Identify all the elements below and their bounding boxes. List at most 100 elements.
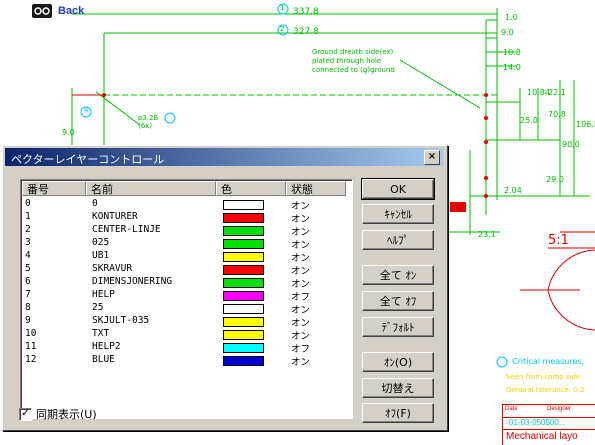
- layer-number: 6: [25, 276, 31, 287]
- default-button[interactable]: ﾃﾞﾌｫﾙﾄ: [362, 317, 434, 337]
- dialog-titlebar[interactable]: ペクターレイヤーコントロール ×: [5, 148, 443, 166]
- help-button[interactable]: ﾍﾙﾌﾟ: [362, 230, 434, 250]
- layer-number: 2: [25, 224, 31, 235]
- layer-number: 0: [25, 198, 31, 209]
- dim-label: 10.8: [503, 48, 521, 57]
- dim-label: 106.8: [576, 120, 595, 129]
- layer-name: 25: [92, 302, 104, 313]
- layer-state: オン: [291, 214, 311, 225]
- all-on-button[interactable]: 全て ｵﾝ: [362, 265, 434, 285]
- dim-label: 4: [84, 106, 89, 114]
- layer-color-swatch[interactable]: [223, 265, 264, 275]
- layer-name: SKRAVUR: [92, 263, 133, 274]
- column-header-number[interactable]: 番号: [22, 181, 86, 196]
- layer-row[interactable]: 11 HELP2 オフ: [21, 341, 352, 355]
- ok-button[interactable]: OK: [361, 178, 435, 200]
- layer-color-swatch[interactable]: [223, 226, 264, 236]
- layer-row[interactable]: 12 BLUE オン: [21, 354, 352, 368]
- title-block-number: 01-03-050500...: [503, 418, 595, 430]
- column-header-state[interactable]: 状態: [286, 181, 346, 196]
- layer-color-swatch[interactable]: [223, 304, 264, 314]
- layer-number: 9: [25, 315, 31, 326]
- layer-row[interactable]: 9 SKJULT-035 オン: [21, 315, 352, 329]
- layer-color-swatch[interactable]: [223, 213, 264, 223]
- all-off-button[interactable]: 全て ｵﾌ: [362, 291, 434, 311]
- layer-number: 3: [25, 237, 31, 248]
- layer-state: オン: [291, 305, 311, 316]
- layer-name: BLUE: [92, 354, 115, 365]
- layer-color-swatch[interactable]: [223, 343, 264, 353]
- layer-number: 12: [25, 354, 37, 365]
- layer-color-swatch[interactable]: [223, 291, 264, 301]
- link-icon[interactable]: [32, 4, 52, 18]
- layer-color-swatch[interactable]: [223, 356, 264, 366]
- dim-label: 23.1: [478, 230, 496, 239]
- layer-number: 1: [25, 211, 31, 222]
- on-button[interactable]: ｵﾝ(O): [362, 352, 434, 372]
- layer-color-swatch[interactable]: [223, 200, 264, 210]
- layer-state: オン: [291, 227, 311, 238]
- layer-color-swatch[interactable]: [223, 239, 264, 249]
- layer-number: 7: [25, 289, 31, 300]
- cancel-button[interactable]: ｷｬﾝｾﾙ: [362, 204, 434, 224]
- layer-number: 8: [25, 302, 31, 313]
- layer-name: 025: [92, 237, 110, 248]
- back-link[interactable]: Back: [58, 5, 84, 17]
- dim-label: 2: [280, 25, 285, 33]
- layer-list[interactable]: 番号 名前 色 状態 0 0 オン 1 KONTURER オン 2 CENTER-LINJE オ…: [20, 179, 353, 419]
- layer-number: 10: [25, 328, 37, 339]
- layer-color-swatch[interactable]: [223, 252, 264, 262]
- layer-state: オン: [291, 279, 311, 290]
- layer-name: HELP2: [92, 341, 121, 352]
- sync-display-option[interactable]: ✓ 同期表示(U): [19, 406, 97, 422]
- title-block-date: Date: [505, 406, 518, 412]
- sync-display-label[interactable]: 同期表示(U): [36, 406, 97, 422]
- column-header-name[interactable]: 名前: [86, 181, 216, 196]
- layer-color-swatch[interactable]: [223, 317, 264, 327]
- dim-label: 70.8: [548, 110, 566, 119]
- layer-name: TXT: [92, 328, 110, 339]
- layer-name: UB1: [92, 250, 110, 261]
- layer-state: オン: [291, 318, 311, 329]
- layer-state: オフ: [291, 344, 311, 355]
- layer-row[interactable]: 1 KONTURER オン: [21, 211, 352, 225]
- general-note: General tolerance: 0.2: [506, 386, 585, 394]
- layer-row[interactable]: 5 SKRAVUR オン: [21, 263, 352, 277]
- layer-row[interactable]: 7 HELP オフ: [21, 289, 352, 303]
- dim-label: 22.1: [548, 88, 566, 97]
- layer-rows: 0 0 オン 1 KONTURER オン 2 CENTER-LINJE オン 3 025 オン 4 UB1…: [21, 198, 352, 368]
- layer-color-swatch[interactable]: [223, 330, 264, 340]
- layer-state: オン: [291, 331, 311, 342]
- dim-label: 2.04: [504, 186, 522, 195]
- layer-row[interactable]: 4 UB1 オン: [21, 250, 352, 264]
- dim-label: 9.0: [501, 28, 514, 37]
- layer-row[interactable]: 2 CENTER-LINJE オン: [21, 224, 352, 238]
- dim-label: 337.8: [293, 7, 319, 17]
- dim-label: 327.8: [293, 27, 319, 37]
- layer-row[interactable]: 8 25 オン: [21, 302, 352, 316]
- layer-row[interactable]: 6 DIMENSJONERING オン: [21, 276, 352, 290]
- vector-layer-control-dialog: ペクターレイヤーコントロール × 番号 名前 色 状態 0 0 オン 1 KONTURE…: [2, 145, 448, 431]
- seen-note: Seen from comp side: [506, 373, 581, 381]
- close-button[interactable]: ×: [424, 150, 440, 165]
- layer-state: オン: [291, 201, 311, 212]
- layer-state: オン: [291, 253, 311, 264]
- layer-state: オン: [291, 357, 311, 368]
- sync-display-checkbox[interactable]: ✓: [19, 407, 32, 421]
- toggle-button[interactable]: 切替え: [362, 378, 434, 398]
- layer-row[interactable]: 3 025 オン: [21, 237, 352, 251]
- column-header-color[interactable]: 色: [216, 181, 286, 196]
- dim-label: 29.0: [546, 175, 564, 184]
- layer-row[interactable]: 0 0 オン: [21, 198, 352, 212]
- hole-label: ø3.2B (6x): [138, 114, 159, 130]
- ground-note: Ground dreath side(ex) plated through ho…: [312, 48, 395, 74]
- layer-color-swatch[interactable]: [223, 278, 264, 288]
- title-block-designer: Designer: [547, 406, 572, 412]
- layer-row[interactable]: 10 TXT オン: [21, 328, 352, 342]
- layer-state: オン: [291, 240, 311, 251]
- layer-name: KONTURER: [92, 211, 138, 222]
- dim-label: 1: [280, 4, 285, 12]
- off-button[interactable]: ｵﾌ(F): [362, 403, 434, 423]
- layer-number: 11: [25, 341, 37, 352]
- layer-name: 0: [92, 198, 98, 209]
